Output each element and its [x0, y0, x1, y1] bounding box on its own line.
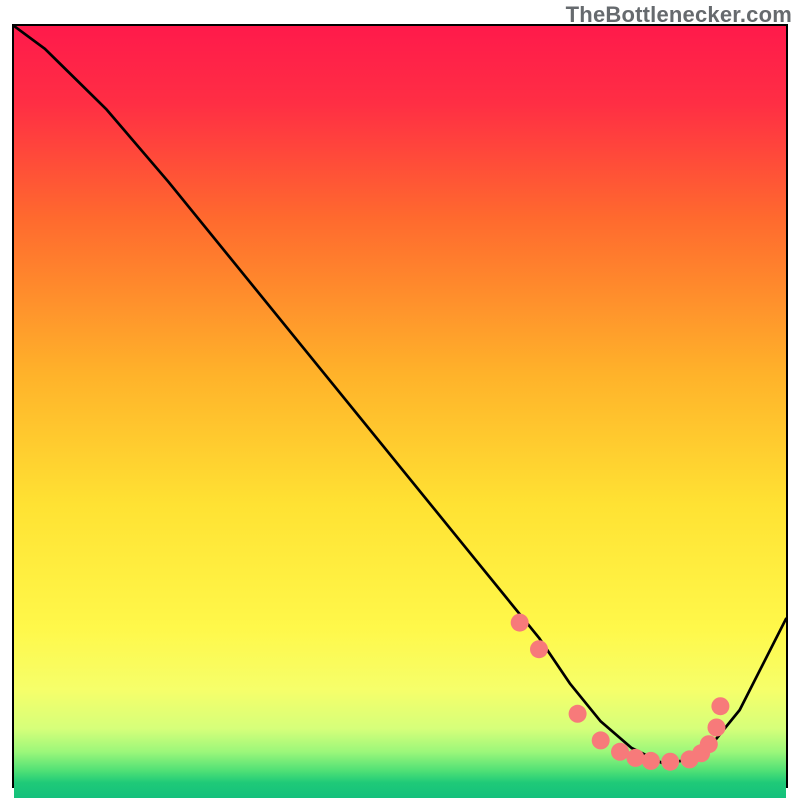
optimal-dot: [708, 719, 726, 737]
optimal-dot: [661, 753, 679, 771]
watermark-text: TheBottlenecker.com: [566, 2, 792, 28]
optimal-dot: [700, 735, 718, 753]
optimal-dots: [14, 26, 786, 786]
optimal-dot: [627, 749, 645, 767]
optimal-dot: [711, 697, 729, 715]
chart-frame: TheBottlenecker.com: [0, 0, 800, 800]
optimal-dot: [642, 752, 660, 770]
optimal-dot: [511, 614, 529, 632]
plot-area: [12, 24, 788, 788]
optimal-dot: [530, 640, 548, 658]
optimal-dot: [611, 743, 629, 761]
optimal-dot: [592, 731, 610, 749]
optimal-dot: [569, 705, 587, 723]
